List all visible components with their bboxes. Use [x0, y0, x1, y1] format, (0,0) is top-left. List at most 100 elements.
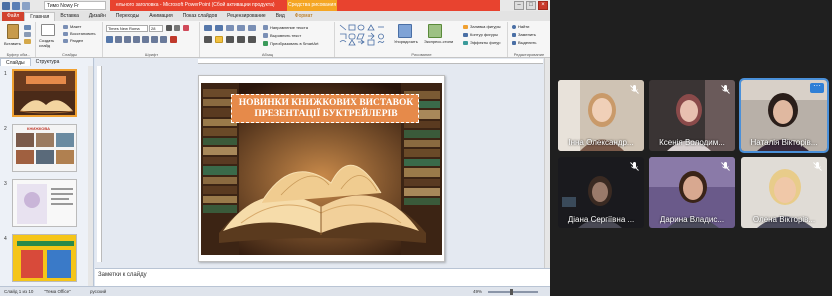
select-icon: [512, 41, 516, 45]
participant-tile-5[interactable]: Дарина Владис...: [649, 157, 735, 228]
language-indicator[interactable]: русский: [90, 289, 106, 294]
shape-effects-button[interactable]: Эффекты фигур: [470, 40, 500, 45]
strikethrough-icon[interactable]: [133, 36, 140, 43]
participant-name: Наталія Вікторів...: [750, 138, 818, 147]
close-icon[interactable]: ×: [538, 1, 548, 10]
tab-design[interactable]: Дизайн: [84, 12, 111, 21]
arrange-icon[interactable]: [398, 24, 412, 38]
text-direction-button[interactable]: Направление текста: [270, 25, 308, 30]
tab-transitions[interactable]: Переходы: [111, 12, 144, 21]
tab-outline[interactable]: Структура: [31, 58, 65, 66]
zoom-slider-thumb[interactable]: [510, 289, 513, 295]
minimize-icon[interactable]: –: [514, 1, 524, 10]
shrink-font-icon[interactable]: [174, 25, 180, 31]
left-pane-scrollbar[interactable]: [88, 66, 93, 286]
quick-styles-icon[interactable]: [428, 24, 442, 38]
zoom-level[interactable]: 49%: [473, 289, 482, 294]
tab-slides[interactable]: Слайды: [0, 58, 31, 66]
paste-button[interactable]: Вставить: [4, 41, 21, 46]
participant-tile-3[interactable]: ··· Наталія Вікторів...: [739, 78, 829, 153]
new-slide-button[interactable]: Создать слайд: [39, 38, 61, 48]
numbering-icon[interactable]: [215, 25, 223, 31]
participant-tile-2[interactable]: Ксенія Володим...: [649, 80, 735, 151]
format-painter-icon[interactable]: [24, 39, 31, 44]
arrange-button[interactable]: Упорядочить: [394, 39, 418, 44]
zoom-slider[interactable]: [488, 291, 538, 293]
cut-icon[interactable]: [24, 25, 31, 30]
slide-title-box[interactable]: НОВИНКИ КНИЖКОВИХ ВИСТАВОК ПРЕЗЕНТАЦІЇ Б…: [231, 94, 419, 123]
section-button[interactable]: Раздел: [70, 38, 83, 43]
tab-animation[interactable]: Анимация: [144, 12, 177, 21]
participant-tile-1[interactable]: Інна Олександр...: [558, 80, 644, 151]
share-tab[interactable]: Тимо Nowy Fr: [44, 1, 106, 10]
shape-outline-button[interactable]: Контур фигуры: [470, 32, 498, 37]
decrease-indent-icon[interactable]: [226, 25, 234, 31]
tab-review[interactable]: Рецензирование: [222, 12, 271, 21]
italic-icon[interactable]: [115, 36, 122, 43]
shapes-gallery-icon[interactable]: [339, 24, 391, 46]
bold-icon[interactable]: [106, 36, 113, 43]
notes-pane[interactable]: Заметки к слайду: [95, 268, 550, 286]
slide-thumbnail-image[interactable]: КНИЖКОВА: [12, 124, 77, 172]
align-center-icon[interactable]: [215, 36, 223, 43]
slide-thumbnails-pane: Слайды Структура 1 2 КНИЖКОВА 3 4: [0, 58, 94, 286]
slide-thumbnail-1[interactable]: 1: [0, 69, 94, 119]
shape-fill-button[interactable]: Заливка фигуры: [470, 24, 501, 29]
increase-indent-icon[interactable]: [237, 25, 245, 31]
font-color-icon[interactable]: [170, 36, 177, 43]
maximize-icon[interactable]: □: [526, 1, 536, 10]
copy-icon[interactable]: [24, 32, 31, 37]
font-size-select[interactable]: 28: [149, 25, 163, 32]
reset-button[interactable]: Восстановить: [70, 31, 96, 36]
align-left-icon[interactable]: [204, 36, 212, 43]
smartart-button[interactable]: Преобразовать в SmartArt: [270, 41, 319, 46]
layout-button[interactable]: Макет: [70, 24, 81, 29]
slide-thumbnail-2[interactable]: 2 КНИЖКОВА: [0, 124, 94, 174]
underline-icon[interactable]: [124, 36, 131, 43]
tab-file[interactable]: Файл: [2, 12, 25, 21]
justify-icon[interactable]: [237, 36, 245, 43]
status-bar: Слайд 1 из 10 "Тема Office" русский 49%: [0, 286, 550, 296]
slide-thumbnail-4[interactable]: 4: [0, 234, 94, 284]
slide-thumbnail-3[interactable]: 3: [0, 179, 94, 229]
new-slide-icon[interactable]: [41, 24, 55, 36]
current-slide[interactable]: НОВИНКИ КНИЖКОВИХ ВИСТАВОК ПРЕЗЕНТАЦІЇ Б…: [198, 75, 445, 262]
editor-scrollbar[interactable]: [544, 58, 550, 268]
line-spacing-icon[interactable]: [248, 25, 256, 31]
select-button[interactable]: Выделить: [518, 40, 536, 45]
notes-placeholder[interactable]: Заметки к слайду: [98, 272, 147, 278]
tab-slideshow[interactable]: Показ слайдов: [178, 12, 222, 21]
shadow-icon[interactable]: [142, 36, 149, 43]
spacing-icon[interactable]: [151, 36, 158, 43]
case-icon[interactable]: [160, 36, 167, 43]
replace-button[interactable]: Заменить: [518, 32, 536, 37]
powerpoint-window: Тимо Nowy Fr ельного заголовка - Microso…: [0, 0, 550, 296]
columns-icon[interactable]: [248, 36, 256, 43]
participant-tile-4[interactable]: Діана Сергіївна ...: [558, 157, 644, 228]
quick-styles-button[interactable]: Экспресс-стили: [424, 39, 453, 44]
tab-home[interactable]: Главная: [24, 12, 56, 21]
align-text-button[interactable]: Выровнять текст: [270, 33, 301, 38]
clear-format-icon[interactable]: [183, 25, 189, 31]
slide-thumbnail-image[interactable]: [12, 179, 77, 227]
slide-title[interactable]: НОВИНКИ КНИЖКОВИХ ВИСТАВОК ПРЕЗЕНТАЦІЇ Б…: [232, 98, 420, 120]
redo-icon[interactable]: [22, 1, 30, 10]
find-button[interactable]: Найти: [518, 24, 529, 29]
slide-thumbnail-image[interactable]: [12, 234, 77, 282]
undo-icon[interactable]: [12, 1, 20, 10]
muted-mic-icon: [721, 85, 730, 94]
save-icon[interactable]: [2, 1, 10, 10]
bullets-icon[interactable]: [204, 25, 212, 31]
font-name-select[interactable]: Times New Roma: [106, 25, 148, 32]
more-options-icon[interactable]: ···: [810, 82, 824, 93]
tab-view[interactable]: Вид: [271, 12, 290, 21]
grow-font-icon[interactable]: [166, 25, 172, 31]
slide-thumbnail-image[interactable]: [12, 69, 77, 117]
drawing-tools-tab[interactable]: Средства рисования: [287, 0, 337, 11]
align-right-icon[interactable]: [226, 36, 234, 43]
participant-tile-6[interactable]: Олена Вікторів...: [741, 157, 827, 228]
tab-insert[interactable]: Вставка: [55, 12, 84, 21]
tab-format[interactable]: Формат: [290, 12, 318, 21]
paste-icon[interactable]: [7, 24, 19, 39]
colorful-thumbnail: [13, 235, 76, 281]
